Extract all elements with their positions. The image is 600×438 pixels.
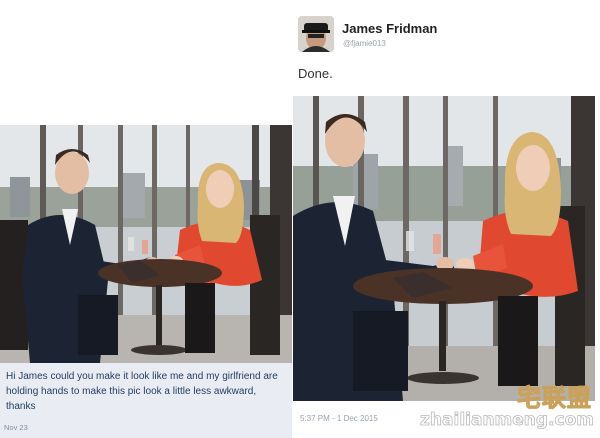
request-date: Nov 23 xyxy=(4,423,28,432)
request-post: Hi James could you make it look like me … xyxy=(0,125,292,438)
request-caption-box: Hi James could you make it look like me … xyxy=(0,363,292,438)
author-handle[interactable]: @fjamie013 xyxy=(343,39,386,48)
tweet-timestamp[interactable]: 5:37 PM - 1 Dec 2015 xyxy=(300,414,378,423)
author-avatar[interactable] xyxy=(298,16,334,52)
watermark-logo: 宅联盟 xyxy=(517,384,592,413)
author-name[interactable]: James Fridman xyxy=(342,21,437,36)
original-couple-photo[interactable] xyxy=(0,125,292,363)
reply-tweet: James Fridman @fjamie013 Done. 5:37 PM -… xyxy=(292,0,600,438)
tweet-text: Done. xyxy=(298,66,333,81)
request-caption-text: Hi James could you make it look like me … xyxy=(6,371,278,412)
watermark-url: zhailianmeng.com xyxy=(420,410,595,431)
edited-couple-photo[interactable] xyxy=(293,96,595,401)
